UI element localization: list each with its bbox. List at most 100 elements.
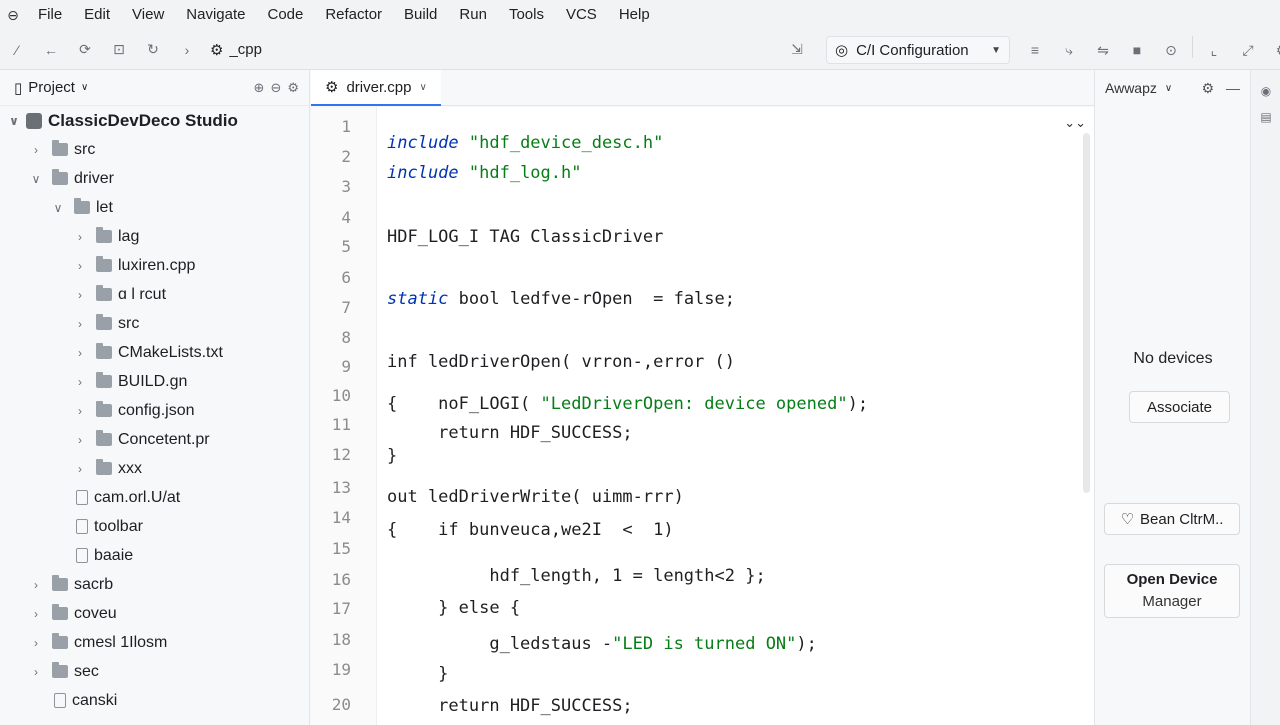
build-icon[interactable]: ⇲ [780, 36, 814, 64]
split-view-icon[interactable]: ⊡ [102, 36, 136, 64]
chevron-right-icon[interactable]: › [72, 259, 88, 273]
open-device-manager-button[interactable]: Open Device Manager [1104, 564, 1240, 618]
tree-item[interactable]: ∨ let [0, 193, 309, 222]
tree-item[interactable]: ∨ driver [0, 164, 309, 193]
folder-icon [74, 198, 90, 214]
menu-vcs[interactable]: VCS [554, 0, 607, 30]
folder-icon [52, 662, 68, 678]
locate-icon[interactable]: ⊕ [254, 80, 265, 96]
bean-button[interactable]: ♡ Bean CltrM.. [1104, 503, 1240, 535]
back-icon[interactable]: ← [34, 36, 68, 64]
attach-icon[interactable]: ⇋ [1086, 36, 1120, 64]
tree-item[interactable]: canski [0, 686, 309, 715]
tree-item[interactable]: › Concetent.pr [0, 425, 309, 454]
sidebar-toggle-icon[interactable]: ⁄ [0, 36, 34, 64]
module-icon [26, 112, 42, 129]
device-panel-header[interactable]: Awwapz ∨ ⚙ — [1095, 70, 1250, 106]
chevron-down-icon[interactable]: ∨ [50, 201, 66, 215]
editor-tab-bar: ⚙ driver.cpp ∨ [311, 70, 1094, 106]
tree-item[interactable]: › luxiren.cpp [0, 251, 309, 280]
chevron-down-icon[interactable]: ∨ [6, 114, 22, 128]
line-number: 15 [331, 539, 351, 558]
chevron-right-icon[interactable]: › [72, 433, 88, 447]
menu-code[interactable]: Code [255, 0, 313, 30]
sync-icon[interactable]: ⟳ [68, 36, 102, 64]
run-icon[interactable]: ≡ [1018, 36, 1052, 64]
project-selector[interactable]: ⚙ _cpp [210, 41, 262, 59]
tree-item-label: toolbar [94, 517, 143, 535]
folder-icon [52, 169, 68, 185]
fold-all-icon[interactable]: ⌄⌄ [1064, 115, 1086, 131]
menu-refactor[interactable]: Refactor [313, 0, 392, 30]
gear-icon[interactable]: ⚙ [1201, 80, 1214, 97]
refresh-icon[interactable]: ↻ [136, 36, 170, 64]
menu-edit[interactable]: Edit [72, 0, 120, 30]
debug-icon[interactable]: ⤷ [1052, 36, 1086, 64]
tree-item[interactable]: › ɑ l rcut [0, 280, 309, 309]
tree-item[interactable]: toolbar [0, 512, 309, 541]
chevron-right-icon[interactable]: › [28, 607, 44, 621]
settings-circle-icon[interactable]: ⊙ [1154, 36, 1188, 64]
tree-item[interactable]: › config.json [0, 396, 309, 425]
stop-icon[interactable]: ■ [1120, 36, 1154, 64]
tab-label: driver.cpp [346, 78, 412, 96]
tree-item[interactable]: ∨ ClassicDevDeco Studio [0, 106, 309, 135]
tree-item[interactable]: › coveu [0, 599, 309, 628]
menu-view[interactable]: View [120, 0, 174, 30]
notifications-icon[interactable]: ◉ [1259, 84, 1273, 98]
app-logo-icon[interactable]: ⊖ [0, 7, 26, 24]
menu-file[interactable]: File [26, 0, 72, 30]
run-configuration-select[interactable]: ◎ C/I Configuration ▼ [826, 36, 1010, 64]
chevron-right-icon[interactable]: › [72, 404, 88, 418]
folder-icon [96, 314, 112, 330]
config-icon: ◎ [835, 42, 849, 59]
tree-item[interactable]: › BUILD.gn [0, 367, 309, 396]
chevron-right-icon[interactable]: › [72, 346, 88, 360]
chevron-right-icon[interactable]: › [72, 230, 88, 244]
project-panel-header[interactable]: ▯ Project ∨ ⊕ ⊖ ⚙ [0, 70, 309, 106]
code-editor[interactable]: 1 2 3 4 5 6 7 8 9 10 11 12 13 14 15 16 17 18 19 20 include "… [311, 107, 1094, 725]
tree-item[interactable]: › src [0, 135, 309, 164]
collapse-icon[interactable]: ⊖ [270, 80, 281, 96]
options-icon[interactable]: ⚙ [287, 80, 299, 96]
tree-item[interactable]: › lag [0, 222, 309, 251]
chevron-right-icon[interactable]: › [28, 665, 44, 679]
code-token: "LED is turned ON" [612, 634, 797, 654]
tree-item[interactable]: › sec [0, 657, 309, 686]
tree-item[interactable]: › CMakeLists.txt [0, 338, 309, 367]
chevron-right-icon[interactable]: › [72, 375, 88, 389]
tree-item[interactable]: › cmesl 1Ilosm [0, 628, 309, 657]
tree-item[interactable]: › src [0, 309, 309, 338]
tab-driver-cpp[interactable]: ⚙ driver.cpp ∨ [311, 70, 441, 106]
tree-item[interactable]: › sacrb [0, 570, 309, 599]
profiler-icon[interactable]: ⌞ [1197, 36, 1231, 64]
gear-icon[interactable]: ⚙ [1265, 36, 1280, 64]
minimize-icon[interactable]: — [1226, 80, 1240, 97]
chevron-right-icon[interactable]: › [72, 288, 88, 302]
tree-item[interactable]: baaie [0, 541, 309, 570]
folder-icon [96, 372, 112, 388]
tree-item-label: CMakeLists.txt [118, 343, 223, 361]
device-icon[interactable]: ⤢ [1231, 36, 1265, 64]
forward-icon[interactable]: › [170, 36, 204, 64]
chevron-right-icon[interactable]: › [72, 317, 88, 331]
menu-run[interactable]: Run [447, 0, 497, 30]
chevron-right-icon[interactable]: › [28, 143, 44, 157]
menu-navigate[interactable]: Navigate [174, 0, 255, 30]
menu-tools[interactable]: Tools [497, 0, 554, 30]
editor-scrollbar[interactable] [1083, 133, 1090, 493]
chevron-right-icon[interactable]: › [28, 578, 44, 592]
device-manager-icon[interactable]: ▤ [1259, 110, 1273, 124]
chevron-down-icon[interactable]: ∨ [28, 172, 44, 186]
chevron-right-icon[interactable]: › [28, 636, 44, 650]
menu-build[interactable]: Build [392, 0, 447, 30]
associate-button[interactable]: Associate [1129, 391, 1230, 423]
chevron-down-icon: ▼ [991, 44, 1001, 56]
tree-item-label: coveu [74, 604, 117, 622]
line-number: 9 [341, 357, 351, 376]
tree-item[interactable]: cam.orl.U/at [0, 483, 309, 512]
folder-icon [52, 604, 68, 620]
menu-help[interactable]: Help [607, 0, 660, 30]
chevron-right-icon[interactable]: › [72, 462, 88, 476]
tree-item[interactable]: › xxx [0, 454, 309, 483]
